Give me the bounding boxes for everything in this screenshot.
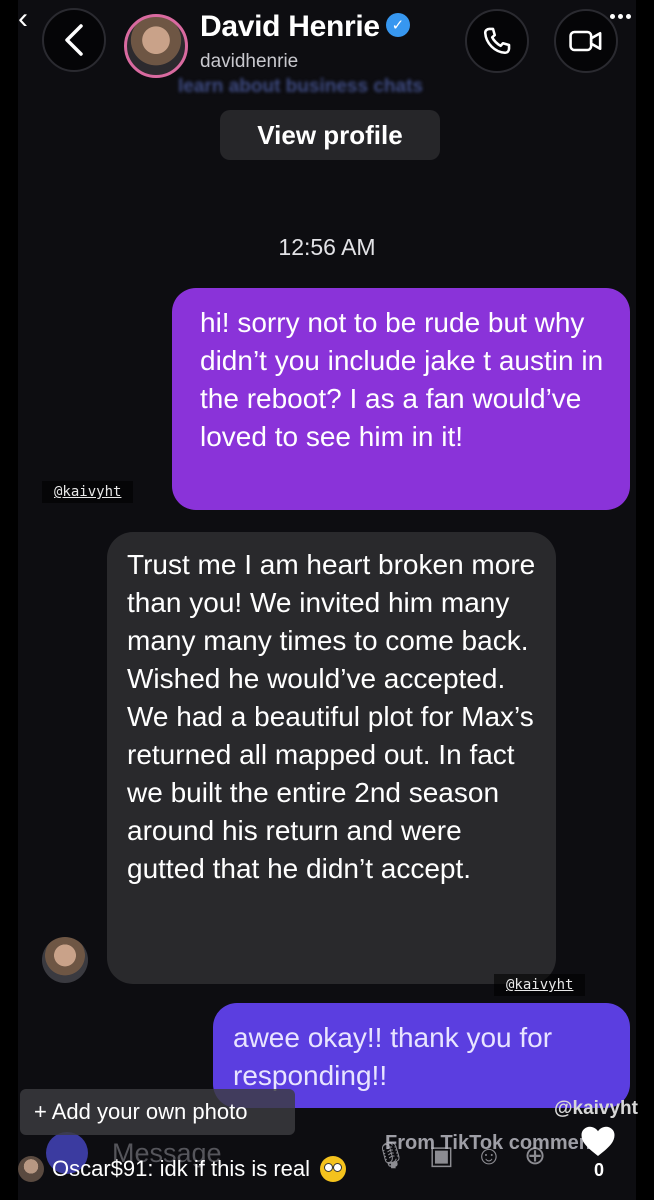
app-back-chevron-icon[interactable]: ‹ — [18, 4, 28, 34]
creator-credit: @kaivyht — [553, 1098, 638, 1119]
comment-separator: : — [147, 1156, 160, 1181]
more-options-icon[interactable] — [610, 6, 634, 19]
comment-text: idk if this is real — [159, 1156, 311, 1181]
incoming-message-bubble[interactable]: Trust me I am heart broken more than you… — [107, 532, 556, 984]
tiktok-comment[interactable]: Oscar$91: idk if this is real — [18, 1152, 654, 1186]
commenter-avatar — [18, 1156, 44, 1182]
comment-username: Oscar$91 — [52, 1156, 148, 1181]
video-call-button[interactable] — [554, 9, 618, 73]
video-camera-icon — [569, 30, 602, 52]
contact-name: David Henrie — [200, 10, 380, 43]
watermark-tag: @kaivyht — [42, 481, 134, 503]
blurred-header-text: learn about business chats — [178, 76, 423, 97]
back-button[interactable] — [42, 8, 106, 72]
voice-call-button[interactable] — [465, 9, 529, 73]
flushed-face-emoji-icon — [320, 1156, 347, 1182]
contact-name-row[interactable]: David Henrie ✓ — [200, 10, 410, 44]
phone-icon — [483, 27, 511, 55]
message-timestamp: 12:56 AM — [278, 234, 376, 260]
screen-frame-left — [0, 0, 18, 1200]
screen-frame-right — [636, 0, 654, 1200]
add-your-own-photo-button[interactable]: + Add your own photo — [20, 1089, 295, 1135]
contact-avatar[interactable] — [124, 14, 188, 78]
chevron-left-icon — [65, 24, 83, 56]
watermark-tag: @kaivyht — [494, 974, 586, 996]
contact-handle: davidhenrie — [200, 51, 299, 72]
view-profile-button[interactable]: View profile — [220, 110, 440, 160]
sender-avatar — [42, 937, 88, 983]
verified-badge-icon: ✓ — [385, 13, 410, 38]
outgoing-message-bubble[interactable]: hi! sorry not to be rude but why didn’t … — [172, 288, 630, 510]
